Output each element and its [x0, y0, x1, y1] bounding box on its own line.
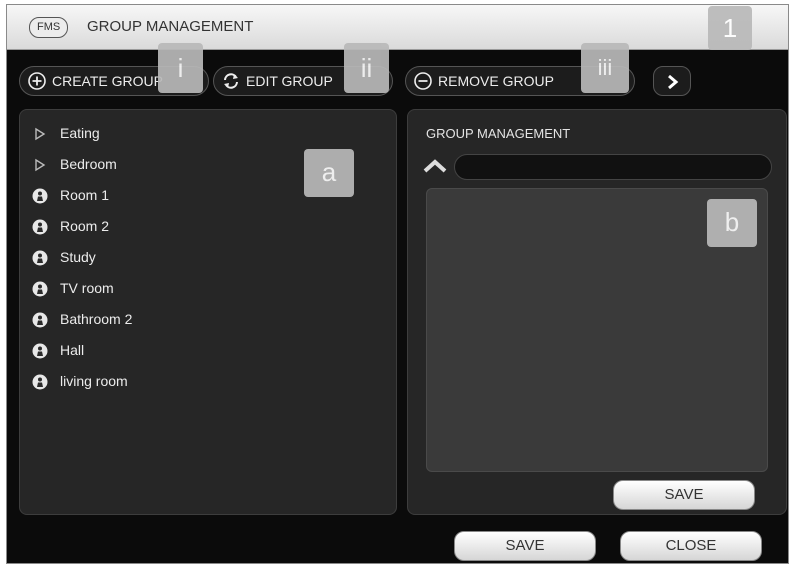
room-icon — [32, 343, 48, 359]
room-icon — [32, 312, 48, 328]
room-icon — [32, 281, 48, 297]
group-list-item-label: living room — [60, 373, 128, 389]
expand-triangle-icon — [35, 158, 46, 172]
group-detail-title: GROUP MANAGEMENT — [426, 126, 571, 141]
next-button[interactable] — [653, 66, 691, 96]
group-list-item-label: Study — [60, 249, 96, 265]
marker-window: 1 — [708, 6, 752, 50]
chevron-up-icon[interactable] — [422, 158, 448, 174]
marker-list: a — [304, 149, 354, 197]
group-list-item[interactable]: Bathroom 2 — [20, 308, 396, 332]
close-button[interactable]: CLOSE — [620, 531, 762, 561]
group-management-window: FMS GROUP MANAGEMENT CREATE GROUP EDIT G… — [6, 4, 789, 564]
group-list-item-label: Room 2 — [60, 218, 110, 234]
minus-circle-icon — [414, 72, 432, 90]
marker-remove: iii — [581, 43, 629, 93]
group-list-item[interactable]: TV room — [20, 277, 396, 301]
save-button[interactable]: SAVE — [454, 531, 596, 561]
group-list-item[interactable]: living room — [20, 370, 396, 394]
title-bar: FMS GROUP MANAGEMENT — [7, 5, 788, 50]
group-list-item-label: Bathroom 2 — [60, 311, 133, 327]
group-list-item-label: Eating — [60, 125, 100, 141]
group-list-item-label: Bedroom — [60, 156, 117, 172]
group-list-item[interactable]: Eating — [20, 122, 396, 146]
group-list-item[interactable]: Hall — [20, 339, 396, 363]
group-detail-panel: GROUP MANAGEMENT SAVE — [407, 109, 787, 515]
group-list-item-label: TV room — [60, 280, 114, 296]
detail-save-button[interactable]: SAVE — [613, 480, 755, 510]
window-title: GROUP MANAGEMENT — [87, 18, 254, 35]
remove-group-label: REMOVE GROUP — [438, 73, 554, 89]
expand-triangle-icon — [35, 127, 46, 141]
group-list-item[interactable]: Study — [20, 246, 396, 270]
edit-group-label: EDIT GROUP — [246, 73, 333, 89]
marker-detail: b — [707, 199, 757, 247]
group-list-item-label: Room 1 — [60, 187, 110, 203]
plus-circle-icon — [28, 72, 46, 90]
refresh-icon — [224, 73, 238, 89]
room-icon — [32, 250, 48, 266]
chevron-right-icon — [668, 74, 679, 90]
create-group-label: CREATE GROUP — [52, 73, 163, 89]
room-icon — [32, 188, 48, 204]
marker-edit: ii — [344, 43, 389, 93]
group-list-item-label: Hall — [60, 342, 85, 358]
room-icon — [32, 219, 48, 235]
marker-create: i — [158, 43, 203, 93]
room-icon — [32, 374, 48, 390]
group-name-field[interactable] — [454, 154, 772, 180]
group-list-item[interactable]: Room 2 — [20, 215, 396, 239]
fms-badge: FMS — [29, 17, 69, 38]
